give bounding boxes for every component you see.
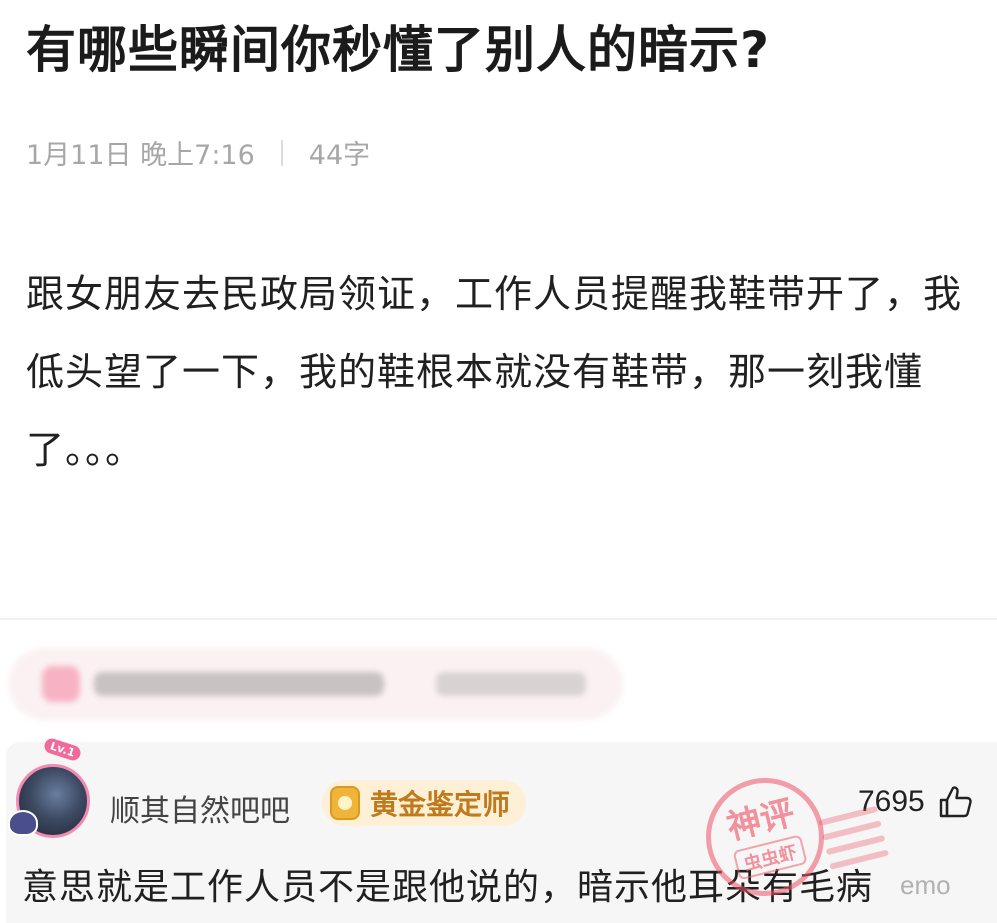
- post-page: 有哪些瞬间你秒懂了别人的暗示? 1月11日 晚上7:16 44字 跟女朋友去民政…: [0, 0, 997, 923]
- gold-appraiser-badge[interactable]: 黄金鉴定师: [322, 780, 527, 826]
- word-count: 44字: [308, 140, 371, 171]
- post-title: 有哪些瞬间你秒懂了别人的暗示?: [26, 21, 771, 79]
- comment-username[interactable]: 顺其自然吧吧: [110, 786, 290, 830]
- blurred-icon: [42, 666, 80, 702]
- badge-label: 黄金鉴定师: [370, 788, 511, 821]
- thumbs-up-icon[interactable]: [937, 784, 973, 820]
- post-body: 跟女朋友去民政局领证，工作人员提醒我鞋带开了，我低头望了一下，我的鞋根本就没有鞋…: [26, 272, 963, 472]
- meta-space: [132, 137, 141, 168]
- section-divider: [0, 618, 997, 620]
- blurred-text: [94, 672, 384, 696]
- gold-appraiser-icon: [330, 786, 360, 820]
- post-date: 1月11日: [26, 140, 132, 171]
- blurred-hot-comment-bar[interactable]: [8, 648, 623, 720]
- post-time: 晚上7:16: [140, 140, 255, 171]
- meta-divider: [280, 139, 283, 166]
- blurred-text-secondary: [436, 672, 586, 696]
- watermark: emo: [900, 870, 951, 900]
- post-meta: 1月11日 晚上7:16 44字: [26, 133, 370, 172]
- mascot-icon: [8, 810, 38, 836]
- level-badge: Lv.1: [42, 736, 83, 763]
